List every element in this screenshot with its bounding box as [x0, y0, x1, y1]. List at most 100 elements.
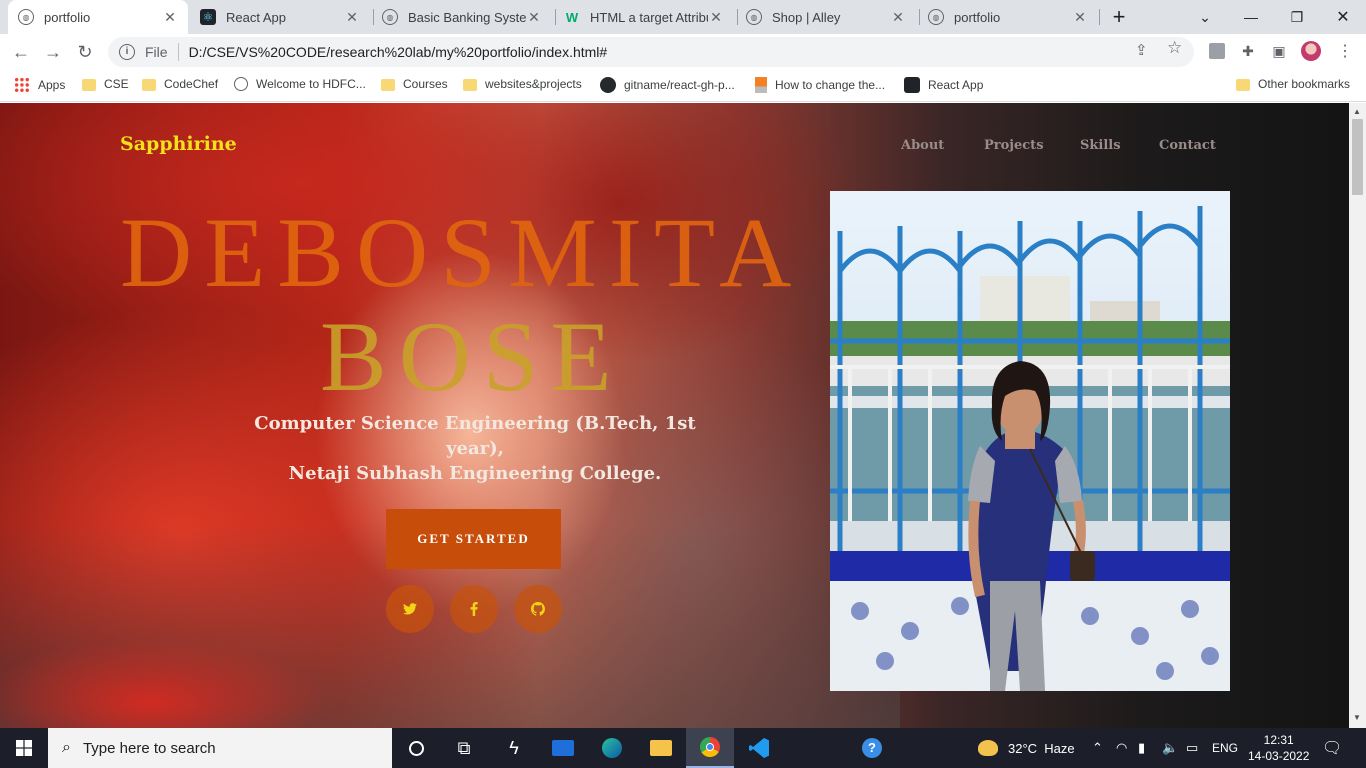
bookmark-label: CSE: [104, 77, 129, 91]
nav-about[interactable]: About: [901, 138, 944, 153]
profile-photo: [830, 191, 1230, 691]
tab-banking[interactable]: ◍ Basic Banking System ✕: [372, 0, 552, 34]
scrollbar-thumb[interactable]: [1352, 119, 1363, 195]
bookmark-apps[interactable]: Apps: [14, 77, 65, 93]
bookmarks-bar: Apps CSE CodeChef Welcome to HDFC... Cou…: [0, 70, 1366, 102]
bookmark-react-app[interactable]: React App: [904, 77, 983, 93]
apps-grid-icon: [14, 77, 30, 93]
search-icon: ⌕: [62, 739, 71, 756]
github-icon[interactable]: [514, 585, 562, 633]
github-icon: [600, 77, 616, 93]
site-brand[interactable]: Sapphirine: [120, 133, 237, 155]
site-info-icon[interactable]: i: [119, 44, 135, 60]
portfolio-page: Sapphirine About Projects Skills Contact…: [0, 103, 1349, 728]
language-indicator[interactable]: ENG: [1212, 728, 1238, 768]
close-tab-icon[interactable]: ✕: [162, 9, 178, 25]
forward-button[interactable]: →: [40, 39, 66, 65]
twitter-icon[interactable]: [386, 585, 434, 633]
new-tab-button[interactable]: +: [1096, 0, 1142, 34]
bookmark-label: React App: [928, 78, 984, 92]
hero-last-name: BOSE: [320, 301, 624, 412]
close-tab-icon[interactable]: ✕: [526, 9, 542, 25]
reload-button[interactable]: ↻: [72, 39, 98, 65]
bookmark-cse[interactable]: CSE: [82, 77, 129, 91]
cortana-icon[interactable]: [392, 728, 440, 768]
restore-button[interactable]: ❐: [1274, 0, 1320, 34]
tab-portfolio-active[interactable]: ◍ portfolio ✕: [8, 0, 188, 34]
action-center-icon[interactable]: 🗨: [1322, 728, 1342, 768]
clock[interactable]: 12:31 14-03-2022: [1248, 728, 1309, 768]
close-window-button[interactable]: ✕: [1320, 0, 1366, 34]
close-tab-icon[interactable]: ✕: [344, 9, 360, 25]
close-tab-icon[interactable]: ✕: [708, 9, 724, 25]
extension-icon[interactable]: [1206, 40, 1228, 62]
tab-strip: ◍ portfolio ✕ ⚛ React App ✕ ◍ Basic Bank…: [0, 0, 1366, 34]
show-hidden-icons-chevron-icon[interactable]: ⌃: [1092, 728, 1103, 768]
scroll-down-arrow-icon[interactable]: ▼: [1353, 713, 1361, 722]
address-bar[interactable]: i File D:/CSE/VS%20CODE/research%20lab/m…: [108, 37, 1194, 67]
taskbar-search-box[interactable]: ⌕ Type here to search: [48, 728, 392, 768]
app-lightning-icon[interactable]: ϟ: [490, 728, 538, 768]
scroll-up-arrow-icon[interactable]: ▲: [1353, 107, 1361, 116]
folder-icon: [142, 79, 156, 91]
minimize-button[interactable]: —: [1228, 0, 1274, 34]
edge-icon[interactable]: [588, 728, 636, 768]
bookmark-label: Welcome to HDFC...: [256, 77, 366, 91]
globe-icon: ◍: [746, 9, 762, 25]
wifi-icon[interactable]: ◠: [1116, 728, 1127, 768]
bookmark-websites-projects[interactable]: websites&projects: [463, 77, 582, 91]
vscode-icon[interactable]: [735, 728, 783, 768]
mail-icon[interactable]: [539, 728, 587, 768]
tab-search-chevron-icon[interactable]: ⌄: [1182, 0, 1228, 34]
nav-projects[interactable]: Projects: [984, 138, 1044, 153]
weather-widget[interactable]: 32°C Haze: [978, 728, 1075, 768]
windows-taskbar: ⌕ Type here to search ⧉ ϟ ? 32°C Haze ⌃ …: [0, 728, 1366, 768]
bookmark-hdfc[interactable]: Welcome to HDFC...: [234, 77, 366, 91]
address-url[interactable]: D:/CSE/VS%20CODE/research%20lab/my%20por…: [189, 44, 608, 60]
bookmark-stackoverflow[interactable]: How to change the...: [755, 77, 885, 93]
get-started-button[interactable]: GET STARTED: [386, 509, 561, 569]
bookmark-label: Apps: [38, 78, 66, 92]
volume-icon[interactable]: 🔈: [1162, 728, 1178, 768]
nav-contact[interactable]: Contact: [1159, 138, 1216, 153]
page-scrollbar[interactable]: ▲ ▼: [1349, 103, 1366, 728]
clock-date: 14-03-2022: [1248, 749, 1310, 763]
start-button[interactable]: [0, 728, 48, 768]
bookmark-label: CodeChef: [164, 77, 219, 91]
bookmark-github[interactable]: gitname/react-gh-p...: [600, 77, 735, 93]
folder-icon: [82, 79, 96, 91]
bookmark-codechef[interactable]: CodeChef: [142, 77, 218, 91]
menu-kebab-icon[interactable]: ⋮: [1334, 40, 1356, 62]
tab-react-app[interactable]: ⚛ React App ✕: [190, 0, 370, 34]
tab-label: HTML a target Attribu: [590, 9, 708, 25]
bookmark-other[interactable]: Other bookmarks: [1236, 77, 1350, 91]
file-explorer-icon[interactable]: [637, 728, 685, 768]
share-icon[interactable]: ⇪: [1135, 41, 1148, 59]
task-view-icon[interactable]: ⧉: [440, 728, 488, 768]
nav-skills[interactable]: Skills: [1080, 138, 1121, 153]
notification-app-icon[interactable]: ▭: [1186, 728, 1198, 768]
battery-icon[interactable]: ▮: [1138, 728, 1145, 768]
side-panel-icon[interactable]: ▣: [1268, 40, 1290, 62]
close-tab-icon[interactable]: ✕: [1072, 9, 1088, 25]
tab-portfolio[interactable]: ◍ portfolio ✕: [918, 0, 1098, 34]
bookmark-star-icon[interactable]: ☆: [1167, 38, 1182, 58]
back-button[interactable]: ←: [8, 39, 34, 65]
clock-time: 12:31: [1263, 733, 1294, 747]
close-tab-icon[interactable]: ✕: [890, 9, 906, 25]
search-placeholder: Type here to search: [82, 739, 216, 757]
profile-avatar[interactable]: [1300, 40, 1322, 62]
bookmark-courses[interactable]: Courses: [381, 77, 448, 91]
address-divider: [177, 43, 179, 61]
help-icon[interactable]: ?: [848, 728, 896, 768]
facebook-icon[interactable]: [450, 585, 498, 633]
folder-icon: [463, 79, 477, 91]
profile-photo-illustration: [830, 191, 1230, 691]
chrome-icon[interactable]: [686, 728, 734, 768]
react-icon: [904, 77, 920, 93]
tab-shop-alley[interactable]: ◍ Shop | Alley ✕: [736, 0, 916, 34]
tab-label: React App: [226, 9, 286, 25]
tab-w3schools[interactable]: W HTML a target Attribu ✕: [554, 0, 734, 34]
bookmark-label: How to change the...: [775, 78, 886, 92]
extensions-puzzle-icon[interactable]: ✚: [1237, 40, 1259, 62]
